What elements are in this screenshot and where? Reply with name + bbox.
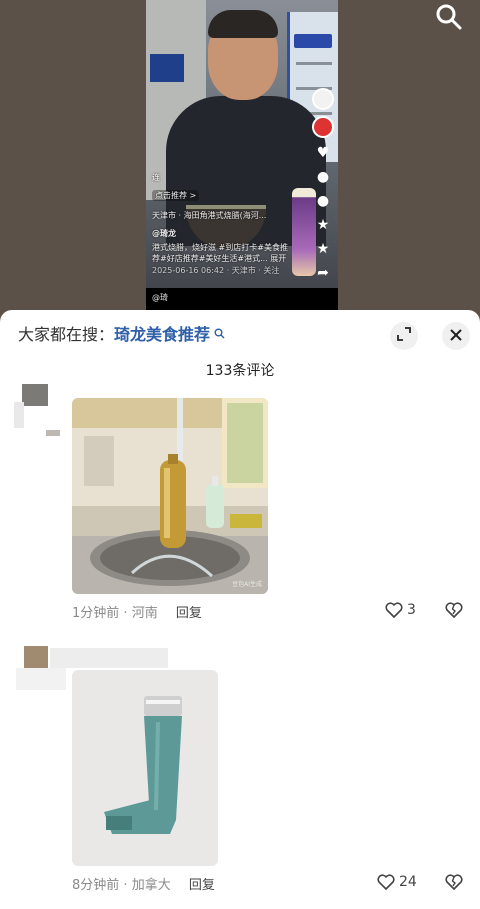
search-keyword-link[interactable]: 琦龙美食推荐 bbox=[114, 325, 210, 344]
like-count: 24 bbox=[399, 874, 417, 890]
blurred-username bbox=[50, 648, 168, 668]
search-suggestion[interactable]: 大家都在搜：琦龙美食推荐 bbox=[18, 322, 225, 348]
comment-location: 加拿大 bbox=[131, 878, 171, 893]
recommend-chip[interactable]: 点击推荐 > bbox=[152, 190, 200, 201]
expand-button[interactable] bbox=[390, 322, 418, 350]
comment-meta: 1分钟前 · 河南 回复 bbox=[72, 602, 202, 621]
reply-button[interactable]: 回复 bbox=[189, 878, 215, 893]
blurred-username bbox=[14, 402, 24, 428]
video-location[interactable]: 天津市 · 海田角港式烧腊(海河... bbox=[152, 210, 266, 221]
comment-location-separator: · bbox=[123, 878, 132, 893]
comment-location: 河南 bbox=[131, 606, 158, 621]
broken-heart-icon[interactable] bbox=[444, 600, 464, 620]
comment-icon[interactable]: ● bbox=[314, 192, 332, 210]
author-avatar[interactable] bbox=[312, 88, 334, 110]
comment-time: 1分钟前 bbox=[72, 606, 120, 621]
close-button[interactable] bbox=[442, 322, 470, 350]
heart-icon[interactable] bbox=[384, 600, 404, 620]
video-side-actions: ♥ ● ● ★ ★ ➦ ➦ bbox=[312, 88, 334, 310]
comment-icon[interactable]: ● bbox=[314, 168, 332, 186]
fridge-logo bbox=[294, 34, 332, 48]
avatar[interactable] bbox=[24, 646, 48, 670]
video-author[interactable]: @琦龙 bbox=[152, 228, 176, 239]
star-icon[interactable]: ★ bbox=[314, 216, 332, 234]
heart-icon[interactable] bbox=[376, 872, 396, 892]
share-icon[interactable]: ➦ bbox=[314, 264, 332, 282]
comment-meta: 8分钟前 · 加拿大 回复 bbox=[72, 874, 215, 893]
search-icon bbox=[210, 328, 225, 342]
comment-sheet: 大家都在搜：琦龙美食推荐 133条评论 豆包AI生成 1分钟前 · 河南 回复 … bbox=[0, 310, 480, 909]
star-icon[interactable]: ★ bbox=[314, 240, 332, 258]
reply-button[interactable]: 回复 bbox=[176, 606, 202, 621]
search-prefix: 大家都在搜： bbox=[18, 325, 115, 344]
search-icon[interactable] bbox=[434, 2, 464, 32]
fridge-shelf bbox=[296, 62, 332, 65]
close-icon bbox=[449, 327, 463, 346]
video-bottom-bar: @琦 bbox=[146, 288, 338, 310]
comment-time: 8分钟前 bbox=[72, 878, 120, 893]
video-caption-line: 连 bbox=[152, 173, 160, 182]
video-description: 港式烧腊，烧好滋 #到店打卡#美食推 bbox=[152, 243, 288, 252]
video-description[interactable]: 荐#好店推荐#美好生活#港式... 展开 bbox=[152, 253, 286, 264]
video-person-hair bbox=[208, 10, 278, 38]
like-count: 3 bbox=[407, 602, 416, 618]
avatar[interactable] bbox=[22, 384, 48, 406]
blurred-username bbox=[46, 430, 60, 436]
author-avatar[interactable] bbox=[312, 116, 334, 138]
video-bottom-text: @琦 bbox=[152, 293, 168, 302]
watermark: 豆包AI生成 bbox=[232, 581, 262, 588]
broken-heart-icon[interactable] bbox=[444, 872, 464, 892]
video-flag bbox=[150, 54, 184, 82]
comment-image[interactable]: 豆包AI生成 bbox=[72, 398, 268, 594]
comment-location-separator: · bbox=[123, 606, 132, 621]
heart-icon[interactable]: ♥ bbox=[314, 144, 332, 162]
expand-icon bbox=[396, 326, 412, 346]
blurred-username bbox=[16, 668, 66, 690]
video-timestamp: 2025-06-16 06:42 · 天津市 · 关注 bbox=[152, 266, 280, 275]
video-player[interactable]: 连 点击推荐 > 天津市 · 海田角港式烧腊(海河... @琦龙 港式烧腊，烧好… bbox=[146, 0, 338, 310]
comment-image[interactable] bbox=[72, 670, 218, 866]
comment-count: 133条评论 bbox=[205, 363, 275, 379]
